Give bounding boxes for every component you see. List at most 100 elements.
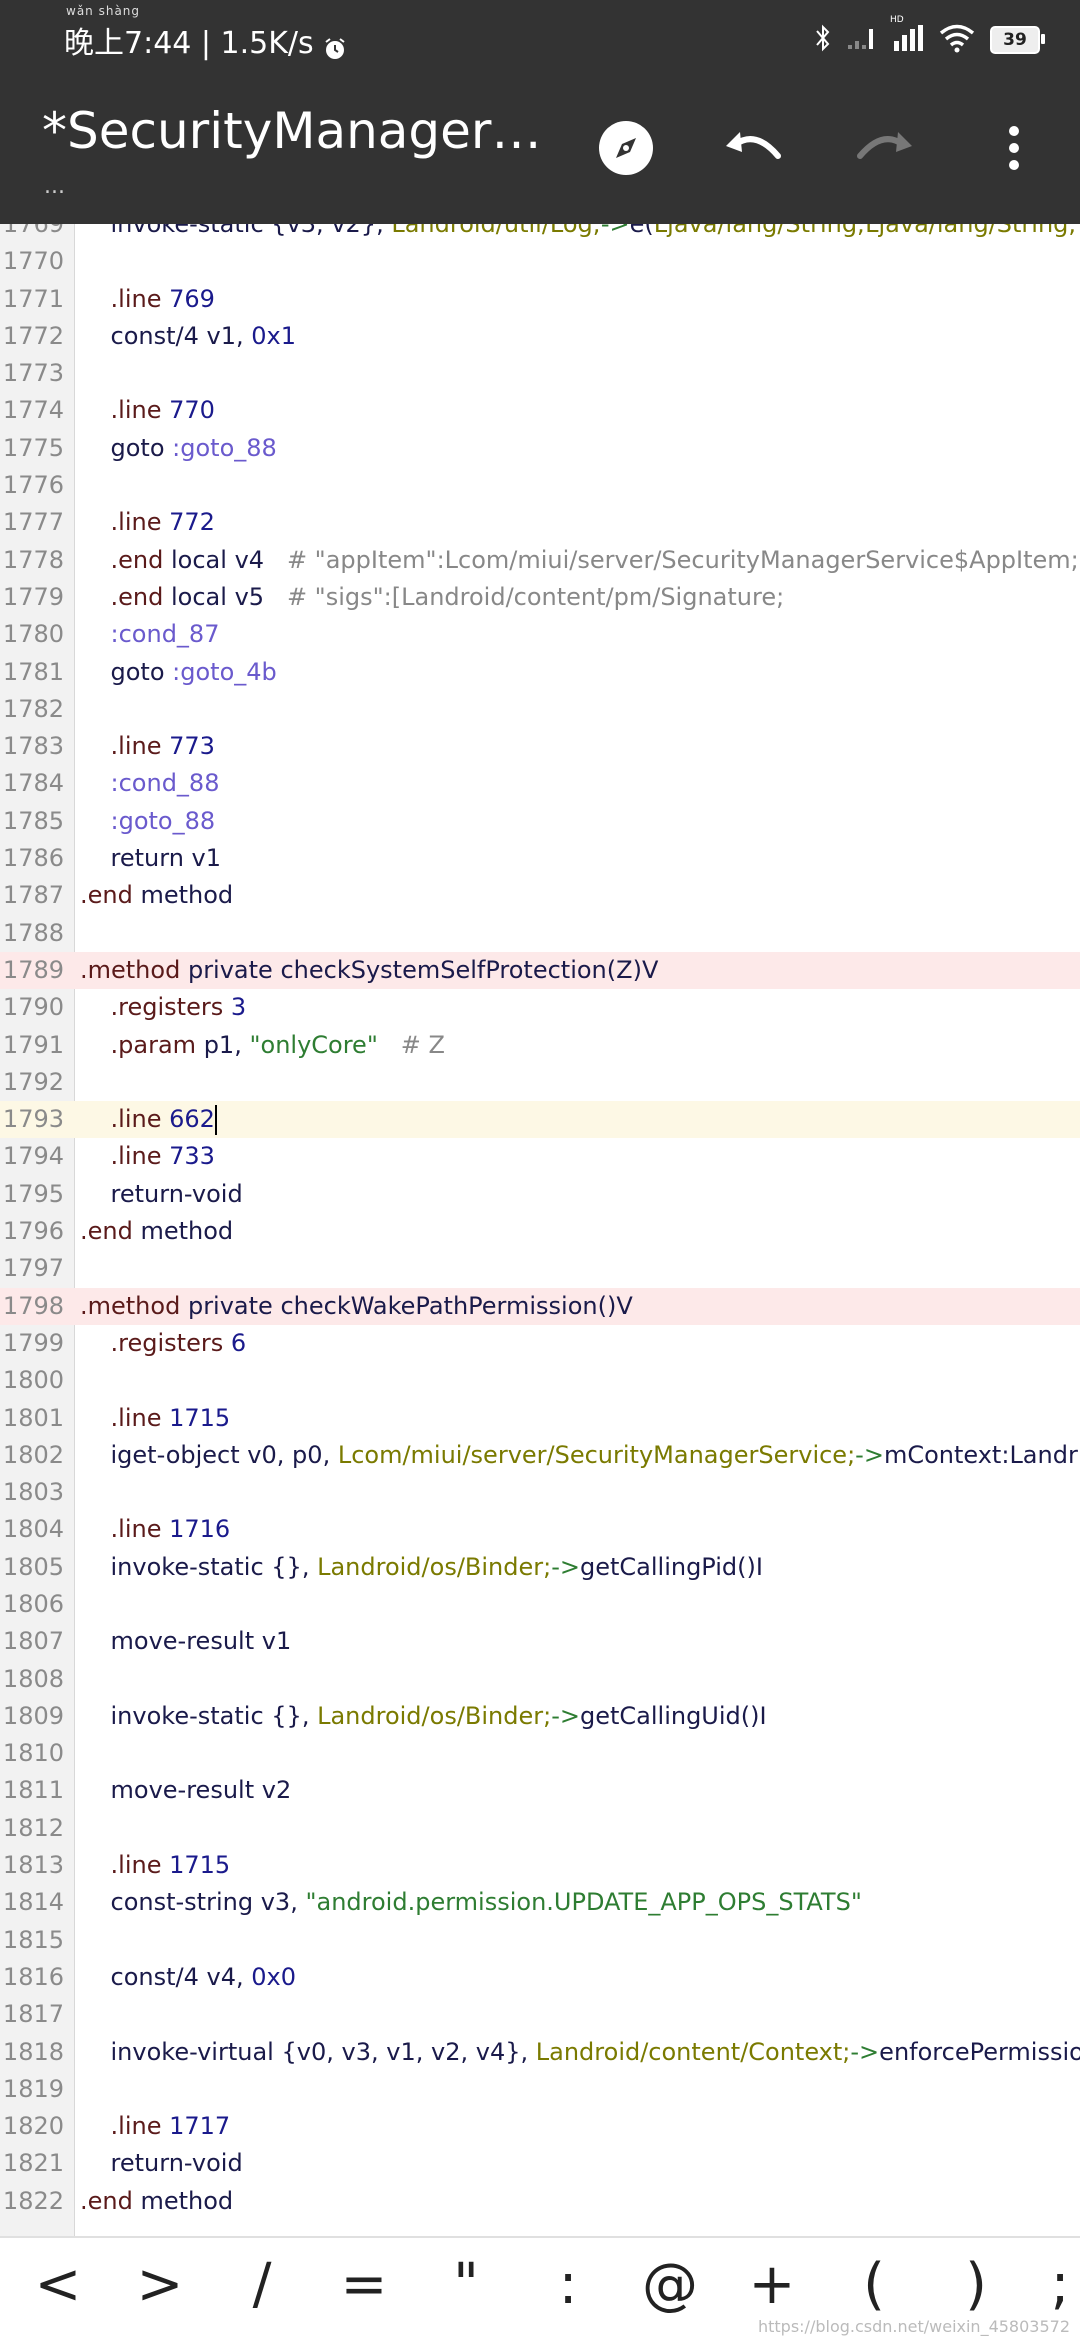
code-line[interactable]: 1770 (0, 243, 1080, 280)
code-text[interactable]: const/4 v1, 0x1 (80, 318, 297, 355)
code-text[interactable]: .registers 6 (80, 1325, 247, 1362)
code-text[interactable]: .line 1715 (80, 1400, 231, 1437)
code-line[interactable]: 1822 .end method (0, 2183, 1080, 2220)
code-line[interactable]: 1817 (0, 1996, 1080, 2033)
code-line[interactable]: 1821 return-void (0, 2145, 1080, 2182)
symbol-key[interactable]: / (232, 2252, 292, 2317)
code-text[interactable]: .method private checkWakePathPermission(… (80, 1288, 633, 1325)
code-line[interactable]: 1800 (0, 1362, 1080, 1399)
redo-button[interactable] (848, 114, 920, 186)
code-line[interactable]: 1775 goto :goto_88 (0, 430, 1080, 467)
code-text[interactable]: invoke-static {}, Landroid/os/Binder;->g… (80, 1698, 767, 1735)
code-line[interactable]: 1799 .registers 6 (0, 1325, 1080, 1362)
code-text[interactable]: const-string v3, "android.permission.UPD… (80, 1884, 862, 1921)
code-line[interactable]: 1812 (0, 1810, 1080, 1847)
code-line[interactable]: 1804 .line 1716 (0, 1511, 1080, 1548)
code-line[interactable]: 1819 (0, 2071, 1080, 2108)
symbol-key[interactable]: ; (1030, 2252, 1080, 2317)
code-text[interactable]: goto :goto_88 (80, 430, 277, 467)
symbol-key[interactable]: @ (640, 2252, 700, 2317)
code-line[interactable]: 1785 :goto_88 (0, 803, 1080, 840)
symbol-key[interactable]: > (130, 2252, 190, 2317)
code-line[interactable]: 1779 .end local v5 # "sigs":[Landroid/co… (0, 579, 1080, 616)
code-line[interactable]: 1793 .line 662 (0, 1101, 1080, 1139)
code-line[interactable]: 1790 .registers 3 (0, 989, 1080, 1026)
code-line[interactable]: 1806 (0, 1586, 1080, 1623)
navigate-button[interactable] (590, 114, 662, 186)
code-text[interactable]: .line 772 (80, 504, 215, 541)
code-text[interactable]: return-void (80, 1176, 243, 1213)
code-text[interactable]: .end local v4 # "appItem":Lcom/miui/serv… (80, 542, 1079, 579)
code-line[interactable]: 1774 .line 770 (0, 392, 1080, 429)
code-line[interactable]: 1796 .end method (0, 1213, 1080, 1250)
code-line[interactable]: 1813 .line 1715 (0, 1847, 1080, 1884)
document-title[interactable]: *SecurityManager… (42, 102, 542, 160)
symbol-key[interactable]: : (538, 2252, 598, 2317)
code-text[interactable]: .registers 3 (80, 989, 247, 1026)
code-line[interactable]: 1815 (0, 1922, 1080, 1959)
code-line[interactable]: 1805 invoke-static {}, Landroid/os/Binde… (0, 1549, 1080, 1586)
code-line[interactable]: 1809 invoke-static {}, Landroid/os/Binde… (0, 1698, 1080, 1735)
symbol-key[interactable]: + (742, 2252, 802, 2317)
code-text[interactable]: invoke-static {}, Landroid/os/Binder;->g… (80, 1549, 763, 1586)
code-text[interactable]: return-void (80, 2145, 243, 2182)
code-line[interactable]: 1787 .end method (0, 877, 1080, 914)
code-line[interactable]: 1773 (0, 355, 1080, 392)
code-line[interactable]: 1769 invoke-static {v3, v2}, Landroid/ut… (0, 224, 1080, 243)
code-text[interactable]: .line 773 (80, 728, 215, 765)
code-line[interactable]: 1811 move-result v2 (0, 1772, 1080, 1809)
code-line[interactable]: 1780 :cond_87 (0, 616, 1080, 653)
code-line[interactable]: 1814 const-string v3, "android.permissio… (0, 1884, 1080, 1921)
symbol-key[interactable]: " (436, 2252, 496, 2317)
code-text[interactable]: .param p1, "onlyCore" # Z (80, 1027, 445, 1064)
code-line[interactable]: 1776 (0, 467, 1080, 504)
code-line[interactable]: 1794 .line 733 (0, 1138, 1080, 1175)
code-text[interactable]: invoke-virtual {v0, v3, v1, v2, v4}, Lan… (80, 2034, 1080, 2071)
code-text[interactable]: .end method (80, 877, 233, 914)
undo-button[interactable] (718, 114, 790, 186)
code-text[interactable]: move-result v2 (80, 1772, 292, 1809)
symbol-key[interactable]: ) (946, 2252, 1006, 2317)
code-line[interactable]: 1772 const/4 v1, 0x1 (0, 318, 1080, 355)
code-text[interactable]: .end method (80, 2183, 233, 2220)
code-text[interactable]: iget-object v0, p0, Lcom/miui/server/Sec… (80, 1437, 1078, 1474)
code-text[interactable]: .line 1716 (80, 1511, 231, 1548)
code-text[interactable]: .line 733 (80, 1138, 215, 1175)
code-text[interactable]: return v1 (80, 840, 222, 877)
code-text[interactable]: .line 1717 (80, 2108, 231, 2145)
code-text[interactable]: .end local v5 # "sigs":[Landroid/content… (80, 579, 785, 616)
symbol-key[interactable]: = (334, 2252, 394, 2317)
code-line[interactable]: 1807 move-result v1 (0, 1623, 1080, 1660)
code-text[interactable]: :cond_88 (80, 765, 220, 802)
code-line[interactable]: 1783 .line 773 (0, 728, 1080, 765)
code-line[interactable]: 1820 .line 1717 (0, 2108, 1080, 2145)
code-text[interactable]: .line 769 (80, 281, 215, 318)
code-text[interactable]: move-result v1 (80, 1623, 292, 1660)
code-line[interactable]: 1784 :cond_88 (0, 765, 1080, 802)
code-line[interactable]: 1798 .method private checkWakePathPermiss… (0, 1287, 1080, 1325)
code-line[interactable]: 1803 (0, 1474, 1080, 1511)
code-line[interactable]: 1777 .line 772 (0, 504, 1080, 541)
code-line[interactable]: 1816 const/4 v4, 0x0 (0, 1959, 1080, 1996)
code-text[interactable]: invoke-static {v3, v2}, Landroid/util/Lo… (80, 224, 1077, 243)
code-line[interactable]: 1789 .method private checkSystemSelfProte… (0, 951, 1080, 990)
code-line[interactable]: 1797 (0, 1250, 1080, 1287)
code-text[interactable]: .end method (80, 1213, 233, 1250)
code-line[interactable]: 1808 (0, 1661, 1080, 1698)
code-line[interactable]: 1782 (0, 691, 1080, 728)
code-line[interactable]: 1795 return-void (0, 1176, 1080, 1213)
code-text[interactable]: .line 1715 (80, 1847, 231, 1884)
code-line[interactable]: 1771 .line 769 (0, 281, 1080, 318)
code-line[interactable]: 1810 (0, 1735, 1080, 1772)
code-text[interactable]: goto :goto_4b (80, 654, 277, 691)
code-text[interactable]: .line 662 (80, 1101, 217, 1138)
code-line[interactable]: 1791 .param p1, "onlyCore" # Z (0, 1027, 1080, 1064)
code-text[interactable]: const/4 v4, 0x0 (80, 1959, 297, 1996)
more-options-button[interactable] (978, 114, 1050, 186)
symbol-key[interactable]: ( (844, 2252, 904, 2317)
code-editor[interactable]: 1769 invoke-static {v3, v2}, Landroid/ut… (0, 224, 1080, 2236)
code-text[interactable]: :goto_88 (80, 803, 216, 840)
symbol-key[interactable]: < (28, 2252, 88, 2317)
code-text[interactable]: :cond_87 (80, 616, 220, 653)
code-line[interactable]: 1786 return v1 (0, 840, 1080, 877)
